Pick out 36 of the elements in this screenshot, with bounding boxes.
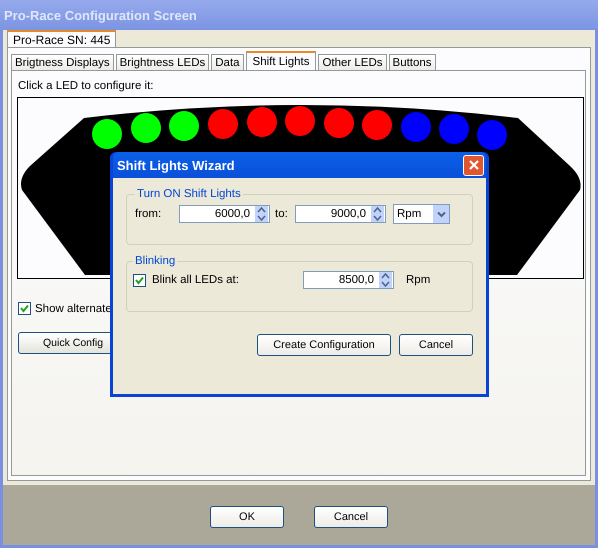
number-field[interactable]: 8500,0: [303, 271, 394, 289]
checkbox[interactable]: [18, 302, 31, 315]
led[interactable]: [169, 111, 199, 141]
number-field[interactable]: 9000,0: [295, 205, 386, 223]
tab[interactable]: Brightness LEDs: [116, 54, 210, 70]
dialog-button[interactable]: Cancel: [399, 334, 473, 356]
spin-icon[interactable]: [255, 206, 268, 222]
checkbox[interactable]: [133, 274, 146, 286]
spin-icon[interactable]: [371, 206, 384, 222]
field-label: to:: [275, 208, 289, 220]
dialog-button[interactable]: OK: [210, 506, 284, 528]
field-label: from:: [135, 208, 162, 220]
tab[interactable]: Other LEDs: [318, 54, 387, 70]
tab[interactable]: Shift Lights: [246, 51, 316, 70]
close-button[interactable]: [463, 154, 484, 176]
window-title: Pro-Race Configuration Screen: [4, 8, 197, 22]
instruction-text: Click a LED to configure it:: [18, 80, 155, 93]
group-title: Blinking: [134, 255, 176, 267]
dialog-title: Shift Lights Wizard: [117, 158, 235, 172]
led[interactable]: [131, 113, 161, 143]
led[interactable]: [92, 119, 122, 149]
chevron-down-icon[interactable]: [433, 205, 449, 223]
dialog-button[interactable]: Create Configuration: [257, 334, 391, 356]
device-tab[interactable]: Pro-Race SN: 445: [7, 30, 116, 47]
close-icon[interactable]: [468, 159, 480, 171]
unit-label: Rpm: [406, 274, 430, 286]
tab[interactable]: Brigtness Displays: [11, 54, 114, 70]
number-field[interactable]: 6000,0: [179, 205, 270, 223]
checkbox-label: Show alternate: [35, 302, 112, 314]
checkbox-label: Blink all LEDs at:: [152, 274, 240, 286]
unit-dropdown[interactable]: Rpm: [393, 204, 450, 224]
group-title: Turn ON Shift Lights: [136, 188, 242, 200]
tab[interactable]: Buttons: [388, 54, 436, 70]
tab[interactable]: Data: [211, 54, 244, 70]
spin-icon[interactable]: [379, 272, 392, 288]
dialog-button[interactable]: Cancel: [314, 506, 388, 528]
